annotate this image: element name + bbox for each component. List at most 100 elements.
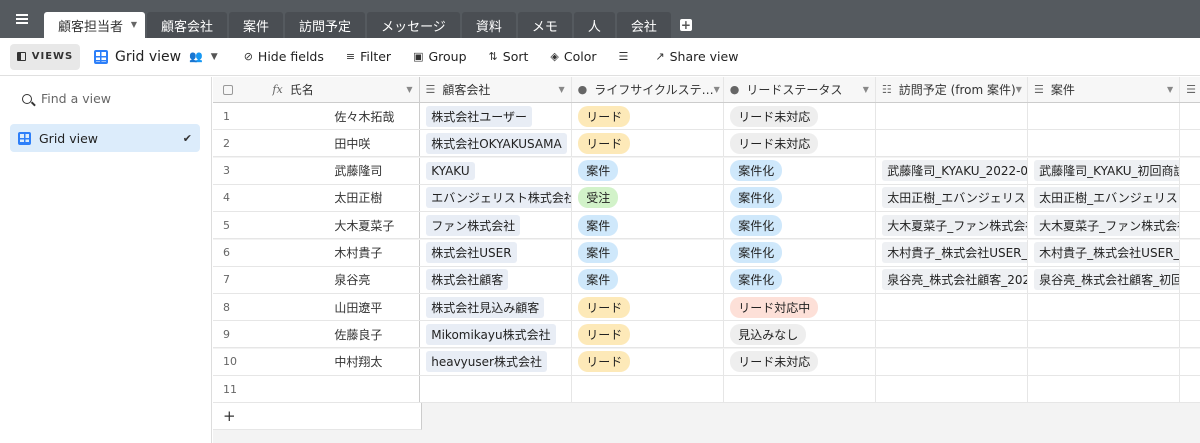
lead-status-cell[interactable]: 案件化 bbox=[724, 266, 877, 293]
visits-cell[interactable]: 太田正樹_エバンジェリスト株 bbox=[876, 184, 1029, 211]
filter-button[interactable]: ≡ Filter bbox=[346, 49, 391, 64]
color-button[interactable]: ◈ Color bbox=[550, 49, 596, 64]
empty-cell[interactable] bbox=[876, 376, 1029, 402]
company-link-chip[interactable]: 株式会社見込み顧客 bbox=[426, 296, 545, 318]
company-link-chip[interactable]: 株式会社OKYAKUSAMA bbox=[426, 132, 567, 154]
chevron-down-icon[interactable]: ▼ bbox=[406, 85, 412, 94]
add-table-button[interactable]: + bbox=[673, 12, 699, 38]
visits-cell[interactable]: 大木夏菜子_ファン株式会社_ bbox=[876, 212, 1029, 239]
lifecycle-cell[interactable]: 案件 bbox=[572, 266, 725, 293]
lead-status-cell[interactable]: リード未対応 bbox=[724, 103, 877, 129]
chevron-down-icon[interactable]: ▼ bbox=[558, 85, 564, 94]
overflow-cell[interactable] bbox=[1180, 349, 1200, 375]
company-link-chip[interactable]: ファン株式会社 bbox=[426, 214, 521, 236]
select-all-cell[interactable] bbox=[213, 77, 272, 102]
lead-status-cell[interactable]: 案件化 bbox=[724, 157, 877, 184]
column-header-name[interactable]: fx 氏名 ▼ bbox=[272, 77, 420, 102]
empty-cell[interactable] bbox=[420, 376, 572, 402]
lifecycle-cell[interactable]: 受注 bbox=[572, 184, 725, 211]
table-row[interactable]: 6 木村貴子 株式会社USER 案件 案件化 木村貴子_株式会社USER_20 木村貴子_株… bbox=[213, 239, 1200, 267]
empty-cell[interactable] bbox=[724, 376, 876, 402]
lead-status-cell[interactable]: 案件化 bbox=[724, 184, 877, 211]
visits-cell[interactable]: 泉谷亮_株式会社顧客_2022- bbox=[876, 266, 1029, 293]
table-row[interactable]: 11 bbox=[213, 376, 1200, 403]
empty-cell[interactable] bbox=[272, 376, 420, 402]
company-link-chip[interactable]: 株式会社顧客 bbox=[426, 269, 509, 291]
deals-cell[interactable] bbox=[1028, 348, 1181, 375]
name-cell[interactable]: 大木夏菜子 bbox=[272, 212, 421, 239]
checkbox-icon[interactable] bbox=[223, 84, 233, 95]
name-cell[interactable]: 木村貴子 bbox=[272, 239, 421, 266]
tab-materials[interactable]: 資料 bbox=[461, 12, 516, 38]
overflow-cell[interactable] bbox=[1180, 103, 1200, 129]
tab-customer-companies[interactable]: 顧客会社 bbox=[147, 12, 228, 38]
company-link-chip[interactable]: KYAKU bbox=[426, 161, 475, 180]
row-number-cell[interactable]: 1 bbox=[213, 103, 272, 129]
table-row[interactable]: 4 太田正樹 エバンジェリスト株式会社受注 案件化 太田正樹_エバンジェリスト株太田正樹… bbox=[213, 184, 1200, 212]
view-switcher[interactable]: Grid view 👥 ▼ bbox=[94, 49, 218, 65]
lifecycle-cell[interactable]: 案件 bbox=[572, 212, 725, 239]
deals-cell[interactable]: 木村貴子_株式会社USER_課 bbox=[1028, 239, 1181, 266]
company-cell[interactable]: 株式会社顧客 bbox=[420, 266, 573, 293]
deals-cell[interactable]: 太田正樹_エバンジェリスト株 bbox=[1028, 184, 1181, 211]
column-header-company[interactable]: ☰ 顧客会社 ▼ bbox=[420, 77, 572, 102]
name-cell[interactable]: 佐藤良子 bbox=[272, 321, 421, 348]
company-cell[interactable]: KYAKU bbox=[420, 157, 573, 184]
company-cell[interactable]: Mikomikayu株式会社 bbox=[420, 321, 573, 348]
overflow-cell[interactable] bbox=[1180, 185, 1200, 211]
column-header-more[interactable]: ☰ bbox=[1180, 77, 1200, 102]
share-view-button[interactable]: ↗ Share view bbox=[655, 49, 738, 64]
lifecycle-cell[interactable]: リード bbox=[572, 348, 725, 375]
row-number-cell[interactable]: 11 bbox=[213, 376, 272, 402]
add-record-button[interactable]: + bbox=[213, 403, 422, 431]
visits-cell[interactable] bbox=[876, 103, 1029, 129]
company-cell[interactable]: エバンジェリスト株式会社 bbox=[420, 184, 573, 211]
lifecycle-cell[interactable]: 案件 bbox=[572, 239, 725, 266]
company-link-chip[interactable]: エバンジェリスト株式会社 bbox=[426, 187, 572, 209]
visits-cell[interactable]: 武藤隆司_KYAKU_2022-06- bbox=[876, 157, 1029, 184]
row-number-cell[interactable]: 5 bbox=[213, 212, 272, 238]
chevron-down-icon[interactable]: ▼ bbox=[1167, 85, 1173, 94]
empty-cell[interactable] bbox=[1180, 376, 1200, 402]
company-cell[interactable]: 株式会社OKYAKUSAMA bbox=[420, 130, 573, 157]
column-header-visits[interactable]: ☷ 訪問予定 (from 案件) ▼ bbox=[876, 77, 1029, 102]
company-cell[interactable]: heavyuser株式会社 bbox=[420, 348, 573, 375]
table-row[interactable]: 1 佐々木拓哉 株式会社ユーザー リード リード未対応 bbox=[213, 103, 1200, 130]
visits-cell[interactable] bbox=[876, 294, 1029, 321]
sort-button[interactable]: ⇅ Sort bbox=[489, 49, 529, 64]
lead-status-cell[interactable]: 見込みなし bbox=[724, 321, 877, 348]
deal-link-chip[interactable]: 木村貴子_株式会社USER_課 bbox=[1034, 242, 1180, 263]
tab-companies[interactable]: 会社 bbox=[616, 12, 671, 38]
row-number-cell[interactable]: 2 bbox=[213, 130, 272, 156]
lead-status-cell[interactable]: 案件化 bbox=[724, 212, 877, 239]
company-link-chip[interactable]: 株式会社USER bbox=[426, 242, 517, 263]
column-header-lead-status[interactable]: ● リードステータス ▼ bbox=[724, 77, 876, 102]
deals-cell[interactable] bbox=[1028, 321, 1181, 348]
row-number-cell[interactable]: 10 bbox=[213, 349, 272, 375]
company-link-chip[interactable]: 株式会社ユーザー bbox=[426, 105, 532, 127]
name-cell[interactable]: 泉谷亮 bbox=[272, 266, 421, 293]
lifecycle-cell[interactable]: 案件 bbox=[572, 157, 725, 184]
name-cell[interactable]: 佐々木拓哉 bbox=[272, 103, 421, 129]
deals-cell[interactable] bbox=[1028, 103, 1181, 129]
column-header-lifecycle[interactable]: ● ライフサイクルステ… ▼ bbox=[572, 77, 724, 102]
tab-deals[interactable]: 案件 bbox=[229, 12, 284, 38]
empty-cell[interactable] bbox=[572, 376, 724, 402]
table-row[interactable]: 3 武藤隆司 KYAKU 案件 案件化 武藤隆司_KYAKU_2022-06- 武藤隆司_K… bbox=[213, 157, 1200, 185]
row-height-button[interactable]: ☰ bbox=[619, 50, 634, 63]
deal-link-chip[interactable]: 大木夏菜子_ファン株式会社_ bbox=[1034, 214, 1180, 236]
tab-customer-contacts[interactable]: 顧客担当者 ▼ bbox=[44, 12, 146, 38]
group-button[interactable]: ▣ Group bbox=[413, 49, 466, 64]
chevron-down-icon[interactable]: ▼ bbox=[863, 85, 869, 94]
find-view-input[interactable]: Find a view bbox=[22, 91, 211, 106]
hide-fields-button[interactable]: ⊘ Hide fields bbox=[244, 49, 324, 64]
overflow-cell[interactable] bbox=[1180, 212, 1200, 238]
row-number-cell[interactable]: 4 bbox=[213, 185, 272, 211]
visits-cell[interactable] bbox=[876, 348, 1029, 375]
table-row[interactable]: 10 中村翔太 heavyuser株式会社 リード リード未対応 bbox=[213, 348, 1200, 376]
name-cell[interactable]: 中村翔太 bbox=[272, 348, 421, 375]
table-row[interactable]: 2 田中咲 株式会社OKYAKUSAMA リード リード未対応 bbox=[213, 130, 1200, 158]
lead-status-cell[interactable]: リード未対応 bbox=[724, 348, 877, 375]
chevron-down-icon[interactable]: ▼ bbox=[131, 20, 137, 29]
overflow-cell[interactable] bbox=[1180, 321, 1200, 347]
